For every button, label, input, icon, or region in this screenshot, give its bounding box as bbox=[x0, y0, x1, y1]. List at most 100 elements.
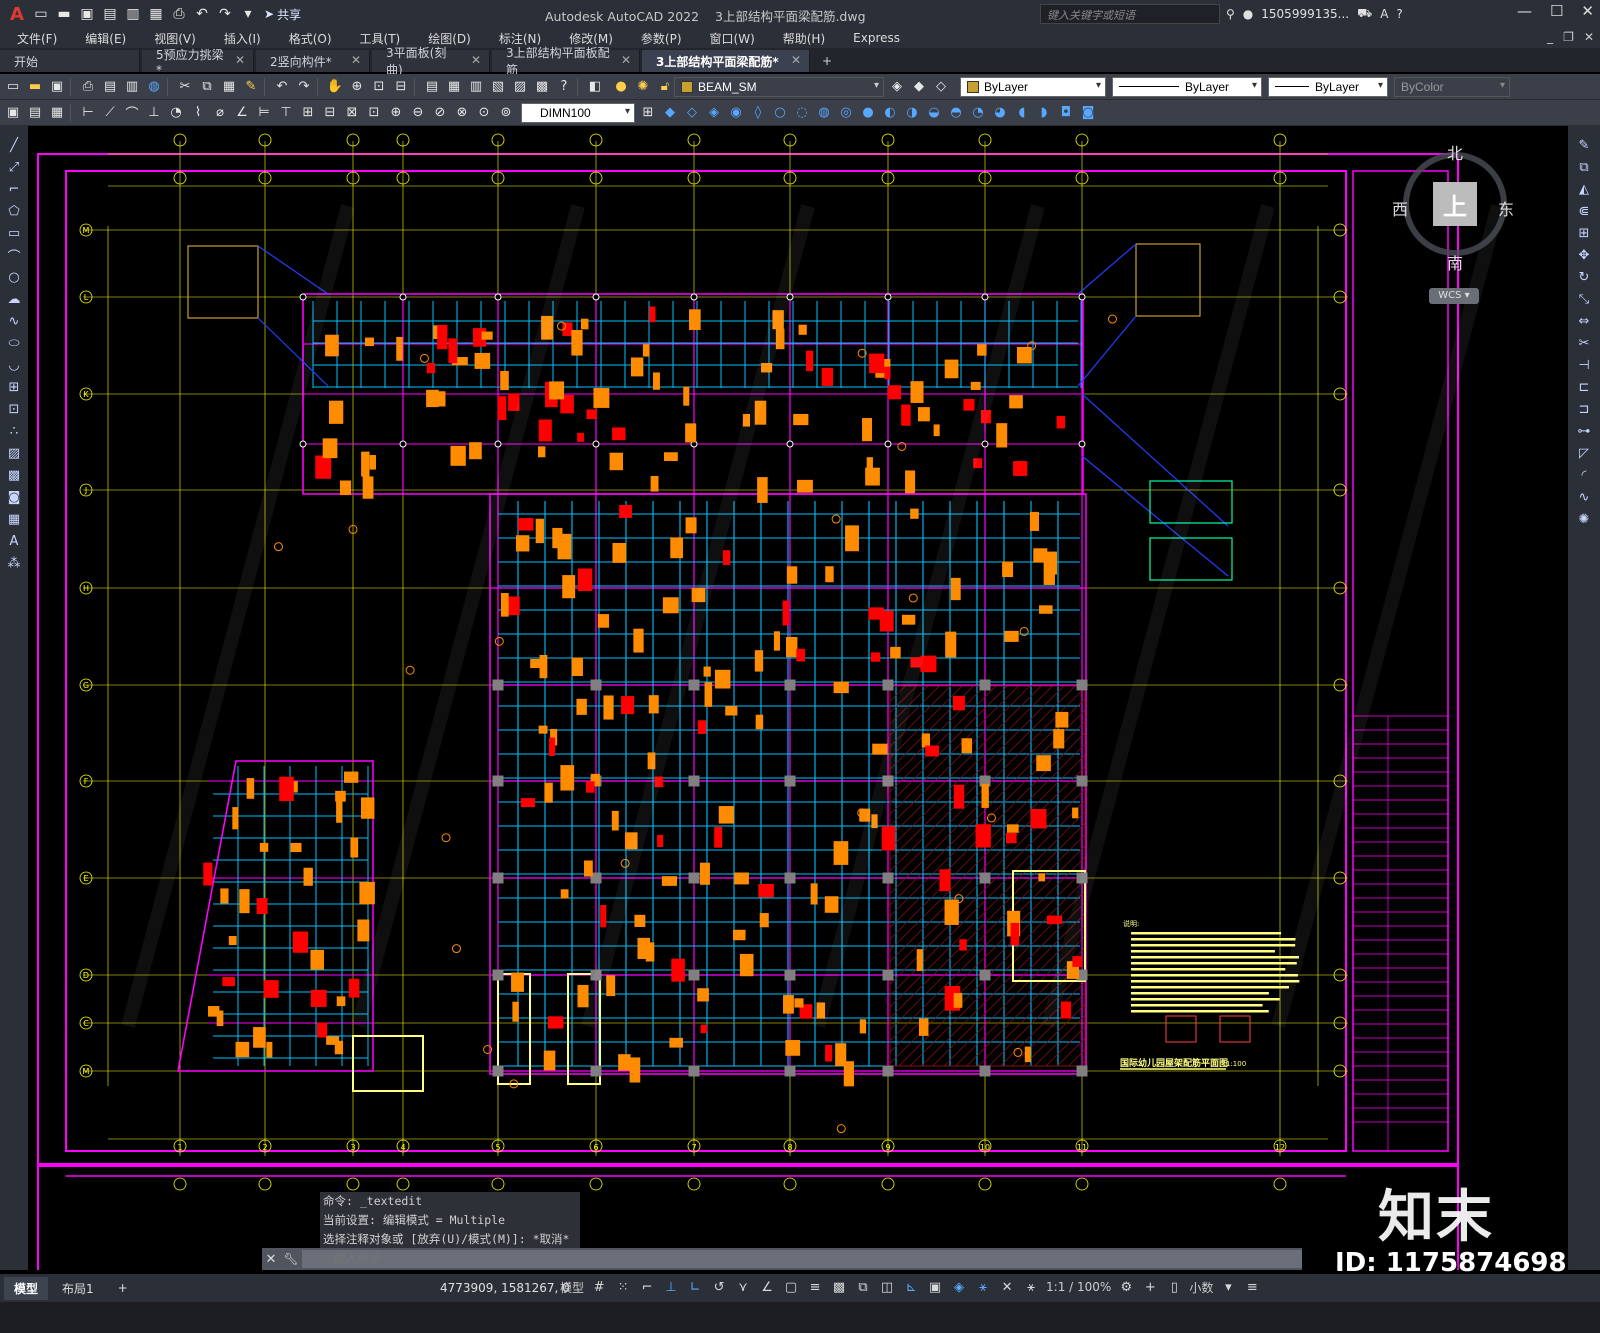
layer-previous-icon[interactable]: ◆ bbox=[910, 78, 928, 96]
dimension-update-icon[interactable]: ⊚ bbox=[497, 104, 515, 122]
polygon-icon[interactable]: ⬠ bbox=[5, 202, 23, 220]
aligned-dimension-icon[interactable]: ⟋ bbox=[101, 104, 119, 122]
redo-icon[interactable]: ↷ bbox=[295, 78, 313, 96]
angular-dimension-icon[interactable]: ∠ bbox=[233, 104, 251, 122]
dimension-space-icon[interactable]: ⊟ bbox=[321, 104, 339, 122]
tab-close-icon[interactable]: ✕ bbox=[235, 53, 245, 67]
menu-edit[interactable]: 编辑(E) bbox=[85, 30, 126, 47]
tab-layout1[interactable]: 布局1 bbox=[52, 1277, 104, 1300]
insert-block-icon[interactable]: ⊞ bbox=[5, 378, 23, 396]
modify-scale-icon[interactable]: ◌ bbox=[793, 104, 811, 122]
erase-icon[interactable]: ✎ bbox=[1575, 136, 1593, 154]
share-button[interactable]: ➤ 共享 bbox=[264, 6, 301, 23]
snap-icon[interactable]: ⁙ bbox=[614, 1278, 632, 1296]
user-icon[interactable]: ● bbox=[1243, 7, 1253, 21]
arc-length-icon[interactable]: ⌒ bbox=[123, 104, 141, 122]
revision-cloud-icon[interactable]: ☁ bbox=[5, 290, 23, 308]
infer-constraints-icon[interactable]: ⌐ bbox=[638, 1278, 656, 1296]
tab-close-icon[interactable]: ✕ bbox=[621, 53, 631, 67]
diameter-dimension-icon[interactable]: ⌀ bbox=[211, 104, 229, 122]
dimension-text-edit-icon[interactable]: ⊙ bbox=[475, 104, 493, 122]
jogged-linear-icon[interactable]: ⊘ bbox=[431, 104, 449, 122]
customization-icon[interactable]: ≡ bbox=[1243, 1278, 1261, 1296]
viewcube[interactable]: 上 北 南 东 西 WCS ▾ bbox=[1392, 140, 1515, 310]
dim-style-dropdown[interactable]: DIMN100 ▾ bbox=[521, 102, 635, 123]
center-mark-icon[interactable]: ⊕ bbox=[387, 104, 405, 122]
undo-icon[interactable]: ↶ bbox=[192, 4, 212, 24]
rotate-icon[interactable]: ↻ bbox=[1575, 268, 1593, 286]
layer-thaw-icon[interactable]: ✺ bbox=[634, 78, 652, 96]
doc-minimize-icon[interactable]: _ bbox=[1547, 30, 1553, 44]
dynamic-input-icon[interactable]: ⊥ bbox=[662, 1278, 680, 1296]
layer-unlock-icon[interactable]: 🔓︎ bbox=[656, 78, 674, 96]
selection-filter-icon[interactable]: ▣ bbox=[926, 1278, 944, 1296]
layer-properties-icon[interactable]: ◧ bbox=[586, 78, 604, 96]
blend-curves-icon[interactable]: ∿ bbox=[1575, 488, 1593, 506]
break-icon[interactable]: ⊐ bbox=[1575, 400, 1593, 418]
hatch-icon[interactable]: ▦ bbox=[48, 104, 66, 122]
search-icon[interactable]: ⚲ bbox=[1226, 7, 1235, 21]
modify-chamfer-icon[interactable]: ◒ bbox=[925, 104, 943, 122]
arc-icon[interactable]: ⌒ bbox=[5, 246, 23, 265]
tab-slab-rebar[interactable]: 3上部结构平面板配筋 ✕ bbox=[492, 46, 640, 77]
restore-icon[interactable]: ☐ bbox=[1550, 2, 1563, 20]
lineweight-icon[interactable]: ≡ bbox=[806, 1278, 824, 1296]
workspace-gear-icon[interactable]: ⚙ bbox=[1117, 1278, 1135, 1296]
zoom-window-icon[interactable]: ⊡ bbox=[370, 78, 388, 96]
make-current-icon[interactable]: ◈ bbox=[888, 78, 906, 96]
user-name[interactable]: 1505999135... bbox=[1261, 7, 1349, 21]
construction-line-icon[interactable]: ⤢ bbox=[5, 158, 23, 176]
chamfer-icon[interactable]: ◸ bbox=[1575, 444, 1593, 462]
add-selected-icon[interactable]: ⁂ bbox=[5, 554, 23, 572]
region-icon[interactable]: ◙ bbox=[5, 488, 23, 506]
make-block-icon[interactable]: ⊡ bbox=[5, 400, 23, 418]
menu-format[interactable]: 格式(O) bbox=[289, 30, 332, 47]
redo-icon[interactable]: ↷ bbox=[215, 4, 235, 24]
search-input[interactable]: 键入关键字或短语 bbox=[1040, 4, 1220, 24]
transparency-icon[interactable]: ▩ bbox=[830, 1278, 848, 1296]
jogged-dimension-icon[interactable]: ⌇ bbox=[189, 104, 207, 122]
compass-west[interactable]: 西 bbox=[1392, 196, 1408, 220]
modify-fillet-icon[interactable]: ◓ bbox=[947, 104, 965, 122]
baseline-dimension-icon[interactable]: ⊤ bbox=[277, 104, 295, 122]
menu-insert[interactable]: 插入(I) bbox=[224, 30, 261, 47]
modify-mirror-icon[interactable]: ◈ bbox=[705, 104, 723, 122]
trim-icon[interactable]: ✂ bbox=[1575, 334, 1593, 352]
ellipse-arc-icon[interactable]: ◡ bbox=[5, 356, 23, 374]
save-icon[interactable]: ▣ bbox=[48, 78, 66, 96]
new-file-icon[interactable]: ▭ bbox=[31, 4, 51, 24]
3d-osnap-icon[interactable]: ◫ bbox=[878, 1278, 896, 1296]
compass-east[interactable]: 东 bbox=[1498, 196, 1514, 220]
units-value[interactable]: 小数 bbox=[1189, 1279, 1213, 1296]
modify-join-icon[interactable]: ◑ bbox=[903, 104, 921, 122]
table-icon[interactable]: ▦ bbox=[5, 510, 23, 528]
offset-icon[interactable]: ⋐ bbox=[1575, 202, 1593, 220]
modify-edit-polyline-icon[interactable]: ◙ bbox=[1079, 104, 1097, 122]
object-snap-icon[interactable]: ▢ bbox=[782, 1278, 800, 1296]
draw-order-icon[interactable]: ▣ bbox=[4, 104, 22, 122]
open-web-icon[interactable]: ▥ bbox=[123, 4, 143, 24]
coordinate-readout[interactable]: 4773909, 1581267, 0 bbox=[440, 1281, 570, 1295]
modify-rotate-icon[interactable]: ○ bbox=[771, 104, 789, 122]
calculator-icon[interactable]: ▩ bbox=[533, 78, 551, 96]
stretch-icon[interactable]: ⇔ bbox=[1575, 312, 1593, 330]
tab-beam-rebar[interactable]: 3上部结构平面梁配筋* ✕ bbox=[642, 50, 810, 72]
tab-close-icon[interactable]: ✕ bbox=[351, 53, 361, 67]
tab-model[interactable]: 模型 bbox=[4, 1276, 49, 1300]
dimension-edit-icon[interactable]: ⊗ bbox=[453, 104, 471, 122]
ortho-icon[interactable]: ∟ bbox=[686, 1278, 704, 1296]
open-icon[interactable]: ▬ bbox=[26, 78, 44, 96]
line-icon[interactable]: ╱ bbox=[5, 136, 23, 154]
modify-explode-icon[interactable]: ◔ bbox=[969, 104, 987, 122]
menu-parametric[interactable]: 参数(P) bbox=[641, 30, 682, 47]
tab-vertical-members[interactable]: 2竖向构件* ✕ bbox=[256, 50, 370, 72]
modify-stretch-icon[interactable]: ◍ bbox=[815, 104, 833, 122]
layer-dropdown[interactable]: BEAM_SM ▾ bbox=[674, 76, 884, 97]
layer-on-icon[interactable]: ● bbox=[612, 78, 630, 96]
zoom-previous-icon[interactable]: ⊟ bbox=[392, 78, 410, 96]
dynamic-ucs-icon[interactable]: ⊾ bbox=[902, 1278, 920, 1296]
help-icon[interactable]: ? bbox=[1396, 7, 1402, 21]
mirror-icon[interactable]: ◭ bbox=[1575, 180, 1593, 198]
properties-icon[interactable]: ▤ bbox=[423, 78, 441, 96]
modify-array-icon[interactable]: ◊ bbox=[749, 104, 767, 122]
